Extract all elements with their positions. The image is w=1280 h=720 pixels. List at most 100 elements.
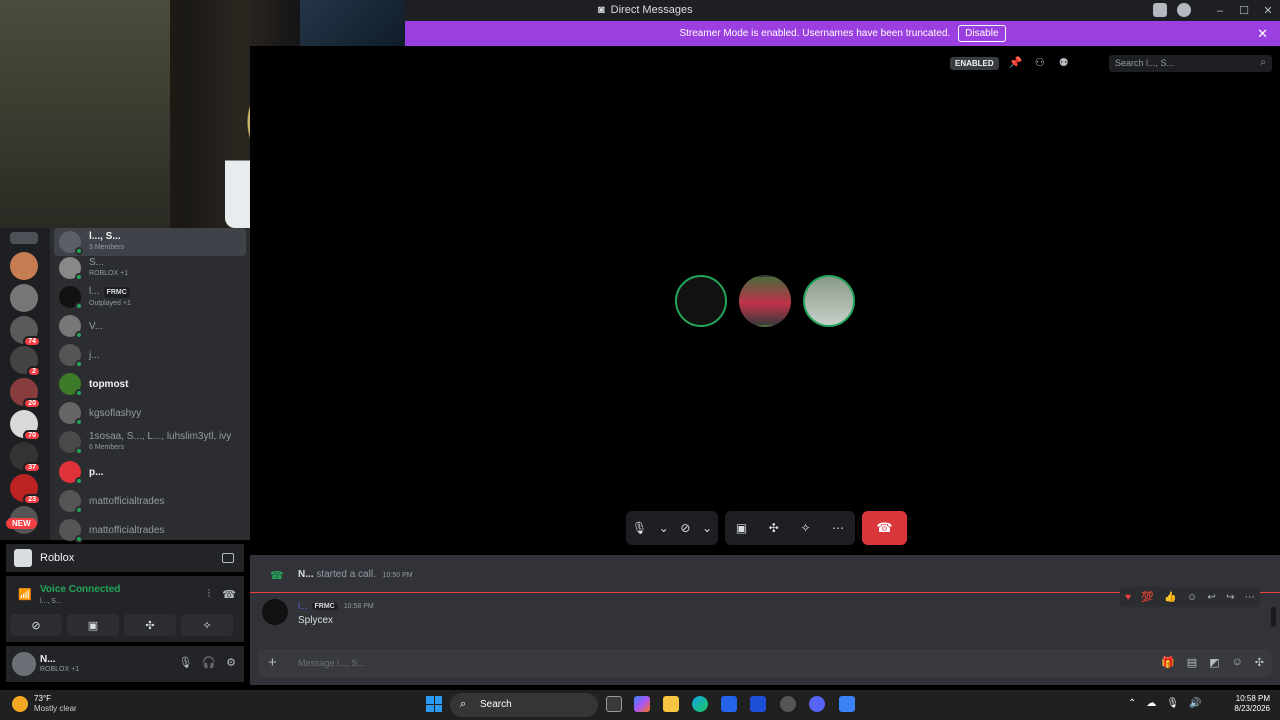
weather-widget[interactable]: 73°F Mostly clear [12,694,77,714]
start-icon[interactable] [426,696,442,712]
server-icon[interactable]: 70 [10,410,41,441]
dm-item[interactable]: mattofficialtrades [54,487,246,515]
copilot-icon[interactable] [634,696,650,712]
noise-suppression-icon[interactable]: ⫶ [208,588,211,601]
maximize-button[interactable]: ☐ [1232,4,1256,17]
call-participant-avatar[interactable] [803,275,855,327]
server-icon[interactable] [10,232,38,244]
forward-icon[interactable]: ↪ [1226,592,1234,603]
dm-item[interactable]: kgsoflashyy [54,399,246,427]
chevron-down-icon[interactable]: ⌄ [702,521,712,535]
hangup-button[interactable]: ☎ [862,511,907,545]
server-icon[interactable]: 23 [10,474,41,505]
mail-icon[interactable] [750,696,766,712]
dm-item[interactable]: l... FRMC Outplayed +1 [54,283,246,311]
heart-icon[interactable]: ♥ [1125,592,1131,603]
server-icon[interactable] [10,284,38,312]
reply-icon[interactable]: ↩ [1207,592,1215,603]
member-list-icon[interactable]: ⚉ [1057,56,1071,70]
sticker-icon[interactable]: ◩ [1209,656,1219,669]
clock-time: 10:58 PM [1235,694,1270,703]
user-panel: N... ROBLOX +1 🎙 🎧 ⚙ [6,646,244,682]
help-icon[interactable] [1177,3,1191,17]
activity-panel[interactable]: Roblox [6,544,244,572]
dm-item[interactable]: topmost [54,370,246,398]
disable-streamer-button[interactable]: Disable [958,25,1006,42]
streamer-enabled-badge[interactable]: ENABLED [950,56,999,70]
mic-icon[interactable]: 🎙 [178,656,192,669]
add-reaction-icon[interactable]: ☺ [1187,592,1197,603]
screenshare-button[interactable]: ▣ [67,614,119,636]
search-input[interactable]: Search l..., S... ⌕ [1109,55,1272,72]
message-author[interactable]: l... [298,601,308,611]
voice-status[interactable]: Voice Connected [40,584,120,595]
mic-icon[interactable]: 🎙 [1166,698,1179,709]
activities-button[interactable]: ✣ [124,614,176,636]
volume-icon[interactable]: 🔊 [1189,698,1201,709]
system-user[interactable]: N... [298,569,314,580]
stream-icon[interactable] [222,553,234,563]
headphones-icon[interactable]: 🎧 [202,656,216,669]
camera-off-icon[interactable]: ⊘ [680,521,690,535]
apps-icon[interactable]: ✣ [1255,656,1264,669]
activities-icon[interactable]: ✣ [769,521,779,535]
task-view-icon[interactable] [606,696,622,712]
server-icon[interactable]: 2 [10,346,41,377]
message-input[interactable]: + Message l..., S... 🎁 ▤ ◩ ☺ ✣ [258,649,1272,677]
minimize-button[interactable]: – [1208,5,1232,17]
dm-item[interactable]: j... [54,341,246,369]
avatar[interactable] [262,599,288,625]
discord-icon[interactable] [809,696,825,712]
soundboard-icon[interactable]: ✧ [800,521,810,535]
close-banner-icon[interactable]: ✕ [1257,26,1268,42]
mic-icon[interactable]: 🎙 [632,521,647,535]
add-friends-icon[interactable]: ⚇ [1033,56,1047,70]
dm-item[interactable]: p... [54,458,246,486]
camera-button[interactable]: ⊘ [10,614,62,636]
call-participant-avatar[interactable] [739,275,791,327]
avatar[interactable] [12,652,36,676]
call-participant-avatar[interactable] [675,275,727,327]
server-icon[interactable] [10,252,38,280]
server-icon[interactable]: 74 [10,316,41,347]
dm-item[interactable]: l..., S... 3 Members [54,228,246,256]
plus-icon[interactable]: + [268,654,277,671]
emoji-icon[interactable]: ☺ [1232,656,1243,669]
server-icon[interactable]: 37 [10,442,41,473]
message-actions: ♥ 💯 👍 ☺ ↩ ↪ ⋯ [1120,587,1260,607]
dm-item[interactable]: V... [54,312,246,340]
roblox-icon [14,549,32,567]
file-explorer-icon[interactable] [663,696,679,712]
more-icon[interactable]: ⋯ [832,521,844,535]
store-icon[interactable] [721,696,737,712]
chevron-up-icon[interactable]: ⌃ [1128,698,1136,709]
chat-area: ☎ N... started a call. 10:50 PM l... FRM… [250,555,1280,685]
dm-item[interactable]: 1sosaa, S..., L..., luhslim3ytl, ivy 6 Me… [54,428,246,456]
hundred-icon[interactable]: 💯 [1141,592,1153,603]
app-icon[interactable] [839,696,855,712]
disconnect-icon[interactable]: ☎ [222,588,236,601]
close-window-button[interactable]: ✕ [1256,4,1280,17]
dm-item[interactable]: S... ROBLOX +1 [54,254,246,282]
gif-icon[interactable]: ▤ [1187,656,1197,669]
chevron-down-icon[interactable]: ⌄ [659,521,669,535]
edge-icon[interactable] [692,696,708,712]
gear-icon[interactable]: ⚙ [226,656,236,669]
scrollbar[interactable] [1271,607,1276,627]
gift-icon[interactable]: 🎁 [1161,656,1175,669]
avatar [59,315,83,339]
server-icon[interactable]: 20 [10,378,41,409]
dm-item[interactable]: mattofficialtrades [54,516,246,544]
server-tag: FRMC [103,286,130,298]
network-icon[interactable]: ☁ [1146,698,1156,709]
more-icon[interactable]: ⋯ [1245,592,1255,603]
pin-icon[interactable]: 📌 [1009,56,1023,70]
dm-name: mattofficialtrades [89,524,165,536]
soundboard-button[interactable]: ✧ [181,614,233,636]
app-icon[interactable] [780,696,796,712]
clock[interactable]: 10:58 PM 8/23/2026 [1228,694,1270,714]
taskbar-search[interactable]: ⌕ Search [450,693,598,717]
thumbs-up-icon[interactable]: 👍 [1164,592,1176,603]
inbox-icon[interactable] [1153,3,1167,17]
screenshare-icon[interactable]: ▣ [736,521,747,535]
